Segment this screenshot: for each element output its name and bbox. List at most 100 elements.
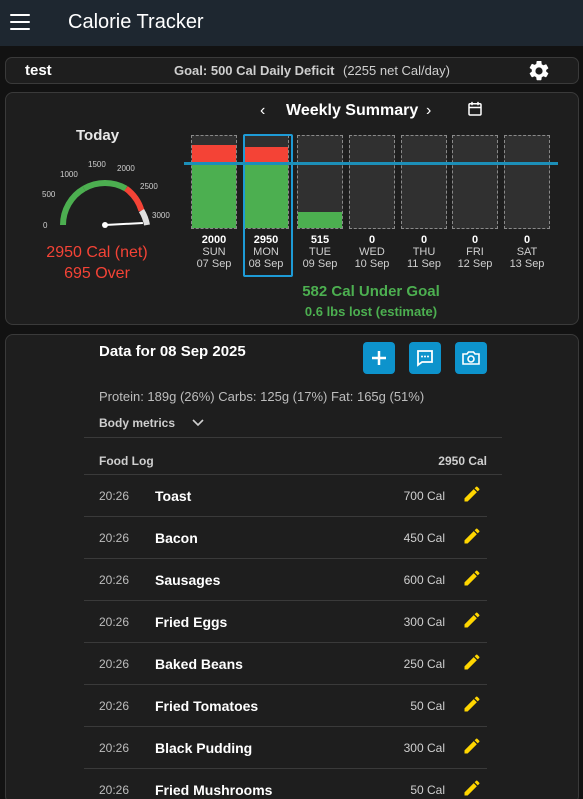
- food-name: Baked Beans: [155, 656, 243, 672]
- food-calories: 50 Cal: [410, 699, 445, 713]
- edit-pencil-icon[interactable]: [462, 694, 482, 714]
- app-title: Calorie Tracker: [68, 11, 204, 33]
- goal-text: Goal: 500 Cal Daily Deficit: [174, 63, 335, 78]
- food-name: Fried Mushrooms: [155, 782, 273, 798]
- day-data-title: Data for 08 Sep 2025: [99, 343, 246, 360]
- summary-card: Today 0 500 1000 1500 2000 2500 3000 295…: [5, 92, 579, 325]
- day-name: TUE: [309, 246, 331, 258]
- day-data-card: Data for 08 Sep 2025 Protein: 189g (26%)…: [5, 334, 579, 799]
- food-log-row[interactable]: 20:26 Fried Tomatoes 50 Cal: [84, 685, 487, 727]
- food-name: Sausages: [155, 572, 221, 588]
- food-log-row[interactable]: 20:26 Sausages 600 Cal: [84, 559, 487, 601]
- gauge-tick-label: 0: [43, 221, 48, 230]
- food-time: 20:26: [99, 699, 130, 713]
- food-calories: 300 Cal: [403, 615, 445, 629]
- lbs-lost-text: 0.6 lbs lost (estimate): [304, 304, 438, 319]
- day-calories: 2000: [201, 234, 227, 246]
- day-calories: 0: [471, 234, 479, 246]
- food-log-row[interactable]: 20:26 Black Pudding 300 Cal: [84, 727, 487, 769]
- add-food-button[interactable]: [363, 342, 395, 374]
- day-label: 515 TUE 09 Sep: [295, 234, 345, 270]
- camera-button[interactable]: [455, 342, 487, 374]
- weekly-summary-title: Weekly Summary: [286, 102, 419, 119]
- over-amount: 695 Over: [64, 265, 130, 282]
- gauge-tick-label: 3000: [152, 211, 170, 220]
- food-log-row[interactable]: 20:26 Fried Eggs 300 Cal: [84, 601, 487, 643]
- chat-button[interactable]: [409, 342, 441, 374]
- day-date: 11 Sep: [406, 258, 442, 270]
- day-date: 13 Sep: [509, 258, 545, 270]
- app-bar: Calorie Tracker: [0, 0, 583, 46]
- day-bar-sat[interactable]: [504, 135, 550, 229]
- day-bar-tue[interactable]: [297, 135, 343, 229]
- edit-pencil-icon[interactable]: [462, 652, 482, 672]
- day-date: 10 Sep: [354, 258, 390, 270]
- day-date: 07 Sep: [196, 258, 232, 270]
- gear-icon[interactable]: [527, 59, 551, 83]
- food-calories: 50 Cal: [410, 783, 445, 797]
- edit-pencil-icon[interactable]: [462, 568, 482, 588]
- food-log-total: 2950 Cal: [438, 454, 487, 468]
- day-bar-fri[interactable]: [452, 135, 498, 229]
- gauge-tick-label: 2000: [117, 164, 135, 173]
- food-time: 20:26: [99, 657, 130, 671]
- food-time: 20:26: [99, 741, 130, 755]
- next-week-icon[interactable]: ›: [426, 102, 431, 120]
- gauge-hub: [102, 222, 108, 228]
- calorie-gauge: 0 500 1000 1500 2000 2500 3000: [42, 160, 170, 230]
- gauge-tick-label: 500: [42, 190, 56, 199]
- day-label: 0 SAT 13 Sep: [502, 234, 552, 270]
- food-time: 20:26: [99, 531, 130, 545]
- net-calories: 2950 Cal (net): [46, 244, 148, 261]
- day-name: SUN: [202, 246, 226, 258]
- food-calories: 600 Cal: [403, 573, 445, 587]
- food-log-row[interactable]: 20:26 Bacon 450 Cal: [84, 517, 487, 559]
- edit-pencil-icon[interactable]: [462, 484, 482, 504]
- day-label: 0 FRI 12 Sep: [450, 234, 500, 270]
- day-bar-sun[interactable]: [191, 135, 237, 229]
- goal-line: [184, 162, 558, 165]
- macros-summary: Protein: 189g (26%) Carbs: 125g (17%) Fa…: [99, 389, 425, 404]
- today-label: Today: [76, 127, 120, 144]
- food-name: Toast: [155, 488, 192, 504]
- food-name: Fried Tomatoes: [155, 698, 259, 714]
- edit-pencil-icon[interactable]: [462, 778, 482, 798]
- day-name: SAT: [516, 246, 538, 258]
- prev-week-icon[interactable]: ‹: [260, 102, 265, 120]
- food-log-row[interactable]: 20:26 Baked Beans 250 Cal: [84, 643, 487, 685]
- edit-pencil-icon[interactable]: [462, 610, 482, 630]
- day-name: WED: [359, 246, 385, 258]
- edit-pencil-icon[interactable]: [462, 736, 482, 756]
- food-calories: 250 Cal: [403, 657, 445, 671]
- goal-detail: (2255 net Cal/day): [343, 63, 450, 78]
- chevron-down-icon[interactable]: [192, 418, 204, 428]
- edit-pencil-icon[interactable]: [462, 526, 482, 546]
- day-bar-thu[interactable]: [401, 135, 447, 229]
- day-calories: 515: [310, 234, 330, 246]
- food-log-row[interactable]: 20:26 Toast 700 Cal: [84, 475, 487, 517]
- day-label: 0 THU 11 Sep: [399, 234, 449, 270]
- body-metrics-toggle[interactable]: Body metrics: [99, 416, 175, 430]
- user-goal-bar: test Goal: 500 Cal Daily Deficit (2255 n…: [5, 57, 579, 84]
- food-time: 20:26: [99, 783, 130, 797]
- gauge-needle: [104, 222, 143, 226]
- food-time: 20:26: [99, 573, 130, 587]
- food-calories: 450 Cal: [403, 531, 445, 545]
- food-name: Black Pudding: [155, 740, 253, 756]
- menu-icon[interactable]: [10, 14, 30, 30]
- food-calories: 300 Cal: [403, 741, 445, 755]
- food-log-row[interactable]: 20:26 Fried Mushrooms 50 Cal: [84, 769, 487, 799]
- user-name: test: [25, 62, 52, 79]
- day-date: 09 Sep: [302, 258, 338, 270]
- divider: [84, 437, 502, 438]
- gauge-tick-label: 2500: [140, 182, 158, 191]
- food-name: Bacon: [155, 530, 198, 546]
- food-log-header: Food Log 2950 Cal: [84, 439, 502, 475]
- day-name: FRI: [466, 246, 484, 258]
- food-log-label: Food Log: [99, 454, 154, 468]
- camera-icon: [462, 351, 480, 365]
- gauge-tick-label: 1500: [88, 160, 106, 169]
- food-time: 20:26: [99, 615, 130, 629]
- calendar-icon[interactable]: [466, 100, 484, 118]
- day-bar-wed[interactable]: [349, 135, 395, 229]
